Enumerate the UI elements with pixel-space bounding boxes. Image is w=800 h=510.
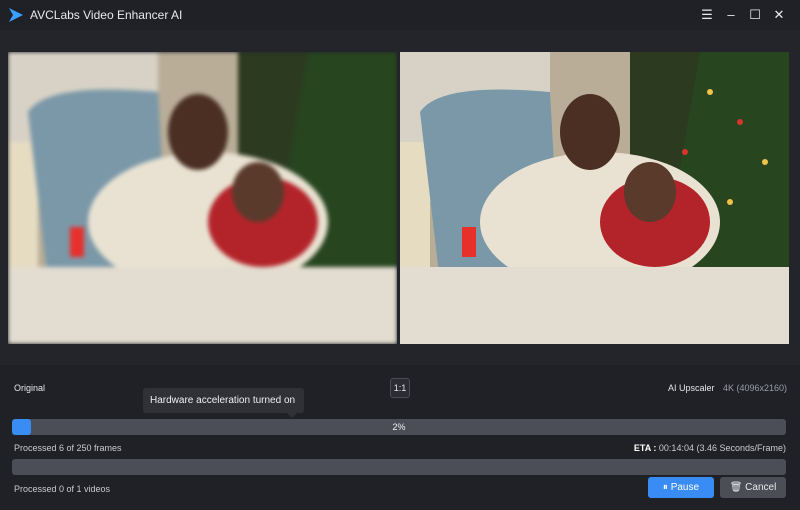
preview-label-row: Original 1:1 AI Upscaler 4K (4096x2160) xyxy=(0,365,800,415)
app-title: AVCLabs Video Enhancer AI xyxy=(30,8,183,22)
original-preview-image xyxy=(8,52,397,344)
eta-value: 00:14:04 (3.46 Seconds/Frame) xyxy=(658,443,786,453)
hardware-acceleration-tooltip: Hardware acceleration turned on xyxy=(143,388,304,418)
close-icon[interactable]: ✕ xyxy=(770,6,788,24)
pause-icon: ⏸ xyxy=(662,482,668,493)
frame-progress-bar: 2% xyxy=(12,419,786,435)
cancel-button[interactable]: 🗑 Cancel xyxy=(720,477,786,498)
original-label: Original xyxy=(14,383,46,393)
menu-icon[interactable]: ☰ xyxy=(698,6,716,24)
maximize-icon[interactable]: ☐ xyxy=(746,6,764,24)
preview-area xyxy=(0,30,800,365)
frames-status-text: Processed 6 of 250 frames xyxy=(14,443,122,453)
output-resolution: 4K (4096x2160) xyxy=(723,383,788,393)
app-logo-icon xyxy=(9,8,23,22)
ai-upscaler-label: AI Upscaler xyxy=(668,383,715,393)
trash-icon: 🗑 xyxy=(729,482,743,493)
eta-text: ETA : 00:14:04 (3.46 Seconds/Frame) xyxy=(634,443,786,453)
pause-label: Pause xyxy=(670,482,700,493)
ratio-toggle-button[interactable]: 1:1 xyxy=(390,378,410,398)
minimize-icon[interactable]: – xyxy=(722,6,740,24)
video-progress-bar xyxy=(12,459,786,475)
videos-status-text: Processed 0 of 1 videos xyxy=(14,484,111,494)
progress-area: 2% Processed 6 of 250 frames ETA : 00:14… xyxy=(0,415,800,510)
pause-button[interactable]: ⏸ Pause xyxy=(648,477,714,498)
title-bar: AVCLabs Video Enhancer AI ☰ – ☐ ✕ xyxy=(0,0,800,30)
enhanced-preview-image xyxy=(400,52,789,344)
eta-label: ETA : xyxy=(633,443,659,453)
frame-progress-percent: 2% xyxy=(392,422,406,432)
cancel-label: Cancel xyxy=(745,482,777,493)
